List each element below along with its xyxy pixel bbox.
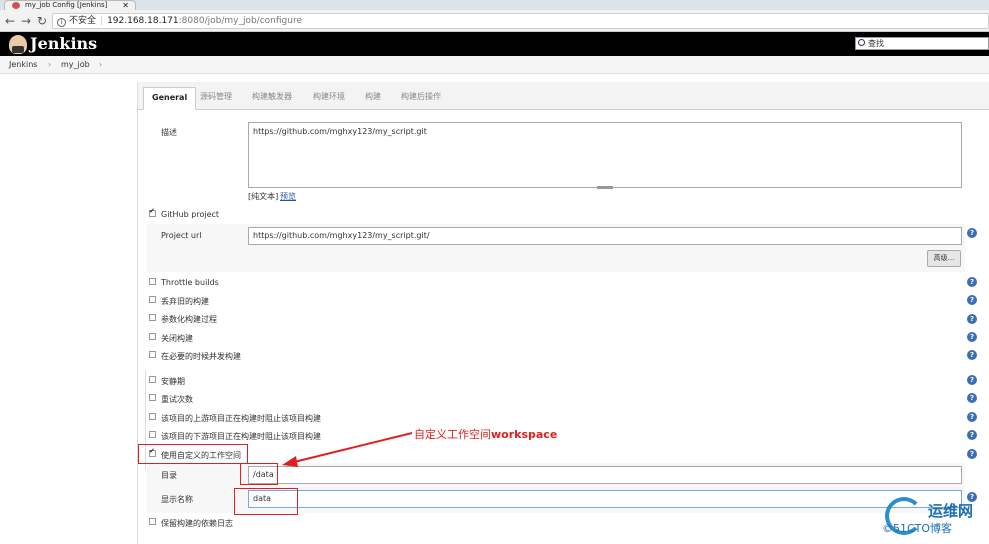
retry-count-checkbox[interactable] [149, 394, 156, 401]
jenkins-header: Jenkins [0, 32, 989, 56]
url-path: :8080/job/my_job/configure [178, 16, 302, 26]
help-icon[interactable]: ? [967, 350, 977, 360]
project-url-input[interactable]: https://github.com/mghxy123/my_script.gi… [248, 227, 962, 245]
description-textarea[interactable]: https://github.com/mghxy123/my_script.gi… [248, 122, 962, 188]
help-icon[interactable]: ? [967, 412, 977, 422]
search-input[interactable]: 查找 [855, 37, 989, 50]
concurrent-build-checkbox[interactable] [149, 351, 156, 358]
block-upstream-checkbox[interactable] [149, 413, 156, 420]
resize-handle[interactable] [597, 186, 613, 189]
throttle-builds-label: Throttle builds [161, 278, 219, 287]
close-icon[interactable]: ✕ [122, 1, 129, 10]
quiet-period-checkbox[interactable] [149, 376, 156, 383]
tab-source-management[interactable]: 源码管理 [200, 89, 232, 110]
annotation-text-cn: 自定义工作空间 [414, 428, 491, 441]
parameterized-build-checkbox[interactable] [149, 314, 156, 321]
disable-build-label: 关闭构建 [161, 334, 193, 343]
breadcrumb-jenkins[interactable]: Jenkins [9, 56, 37, 73]
watermark-line2: ©51CTO博客 [882, 522, 953, 535]
concurrent-build-label: 在必要的时候并发构建 [161, 352, 241, 361]
help-icon[interactable]: ? [967, 228, 977, 238]
help-icon[interactable]: ? [967, 295, 977, 305]
help-icon[interactable]: ? [967, 430, 977, 440]
help-icon[interactable]: ? [967, 314, 977, 324]
jenkins-title[interactable]: Jenkins [30, 34, 97, 53]
project-url-label: Project url [161, 231, 202, 240]
disable-build-checkbox[interactable] [149, 333, 156, 340]
url-separator: | [100, 16, 104, 26]
description-label: 描述 [161, 128, 177, 137]
display-name-label: 显示名称 [161, 495, 193, 504]
tab-post-build[interactable]: 构建后操作 [401, 89, 441, 110]
directory-label: 目录 [161, 471, 177, 480]
throttle-builds-checkbox[interactable] [149, 278, 156, 285]
url-input[interactable]: i 不安全 | 192.168.18.171:8080/job/my_job/conf… [52, 13, 989, 29]
browser-tab[interactable]: my_job Config [Jenkins] ✕ [4, 0, 136, 10]
keep-dependencies-checkbox[interactable] [149, 518, 156, 525]
tab-general[interactable]: General [143, 87, 197, 110]
advanced-button[interactable]: 高级... [927, 250, 961, 267]
github-project-label: GitHub project [161, 210, 220, 219]
discard-old-builds-label: 丢弃旧的构建 [161, 297, 209, 306]
browser-tab-title: my_job Config [Jenkins] [25, 1, 108, 9]
reload-icon[interactable]: ↻ [35, 14, 49, 28]
annotation-box-checkbox [138, 444, 248, 464]
tab-build[interactable]: 构建 [365, 89, 381, 110]
breadcrumb-separator: › [99, 60, 103, 69]
tab-build-environment[interactable]: 构建环境 [313, 89, 345, 110]
breadcrumb-separator: › [48, 60, 52, 69]
address-bar: ← → ↻ i 不安全 | 192.168.18.171:8080/job/my_jo… [0, 10, 989, 32]
breadcrumb-my-job[interactable]: my_job [61, 56, 90, 73]
github-project-checkbox[interactable] [149, 207, 156, 217]
url-host: 192.168.18.171 [107, 16, 179, 26]
quiet-period-label: 安静期 [161, 377, 185, 386]
watermark-line1: 运维网 [928, 502, 974, 520]
discard-old-builds-checkbox[interactable] [149, 296, 156, 303]
plain-text-label: [纯文本] [248, 192, 279, 201]
info-icon: i [57, 18, 66, 27]
help-icon[interactable]: ? [967, 375, 977, 385]
search-placeholder: 查找 [868, 39, 884, 48]
browser-tabstrip: my_job Config [Jenkins] ✕ [0, 0, 989, 10]
help-icon[interactable]: ? [967, 393, 977, 403]
annotation-arrow-icon [282, 432, 413, 467]
parameterized-build-label: 参数化构建过程 [161, 315, 217, 324]
help-icon[interactable]: ? [967, 449, 977, 459]
retry-count-label: 重试次数 [161, 395, 193, 404]
help-icon[interactable]: ? [967, 332, 977, 342]
jenkins-favicon-icon [12, 2, 20, 9]
tab-build-triggers[interactable]: 构建触发器 [252, 89, 292, 110]
annotation-text-en: workspace [491, 428, 558, 441]
jenkins-butler-logo-icon[interactable] [9, 35, 27, 54]
annotation-box-display-name [234, 488, 298, 515]
annotation-text: 自定义工作空间workspace [414, 426, 557, 442]
display-name-input[interactable]: data [248, 490, 962, 508]
forward-arrow-icon[interactable]: → [19, 14, 33, 28]
keep-dependencies-label: 保留构建的依赖日志 [161, 519, 233, 528]
search-icon [858, 39, 865, 46]
block-upstream-label: 该项目的上游项目正在构建时阻止该项目构建 [161, 414, 321, 423]
security-label: 不安全 [69, 16, 97, 26]
help-icon[interactable]: ? [967, 277, 977, 287]
preview-link[interactable]: 预览 [280, 191, 296, 202]
back-arrow-icon[interactable]: ← [3, 14, 17, 28]
config-tabs: General 源码管理 构建触发器 构建环境 构建 构建后操作 [138, 82, 989, 110]
block-downstream-checkbox[interactable] [149, 431, 156, 438]
breadcrumb: Jenkins › my_job › [0, 56, 989, 74]
